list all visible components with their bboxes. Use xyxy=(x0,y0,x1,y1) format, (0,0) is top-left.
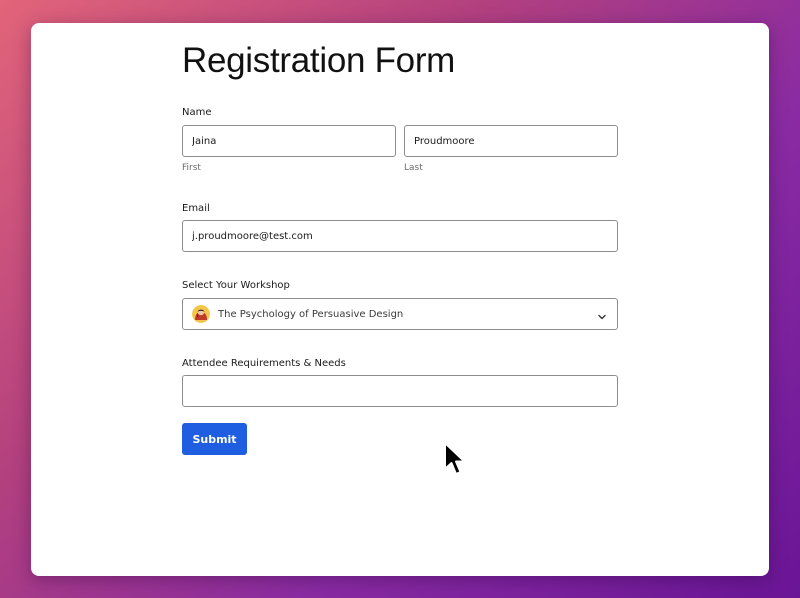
requirements-label: Attendee Requirements & Needs xyxy=(182,358,346,369)
email-label: Email xyxy=(182,203,210,214)
submit-button[interactable]: Submit xyxy=(182,423,247,455)
form-card: Registration Form Name First Last Email … xyxy=(31,23,769,576)
page-title: Registration Form xyxy=(182,41,456,80)
last-name-input[interactable] xyxy=(404,125,618,157)
last-name-sublabel: Last xyxy=(404,163,423,173)
first-name-sublabel: First xyxy=(182,163,201,173)
workshop-label: Select Your Workshop xyxy=(182,280,290,291)
chevron-down-icon xyxy=(596,308,608,320)
first-name-input[interactable] xyxy=(182,125,396,157)
mouse-cursor-icon xyxy=(444,442,466,475)
workshop-selected-value: The Psychology of Persuasive Design xyxy=(218,308,404,320)
avatar-icon xyxy=(192,305,210,323)
email-field[interactable] xyxy=(182,220,618,252)
name-label: Name xyxy=(182,107,212,118)
workshop-select[interactable]: The Psychology of Persuasive Design xyxy=(182,298,618,330)
requirements-input[interactable] xyxy=(182,375,618,407)
